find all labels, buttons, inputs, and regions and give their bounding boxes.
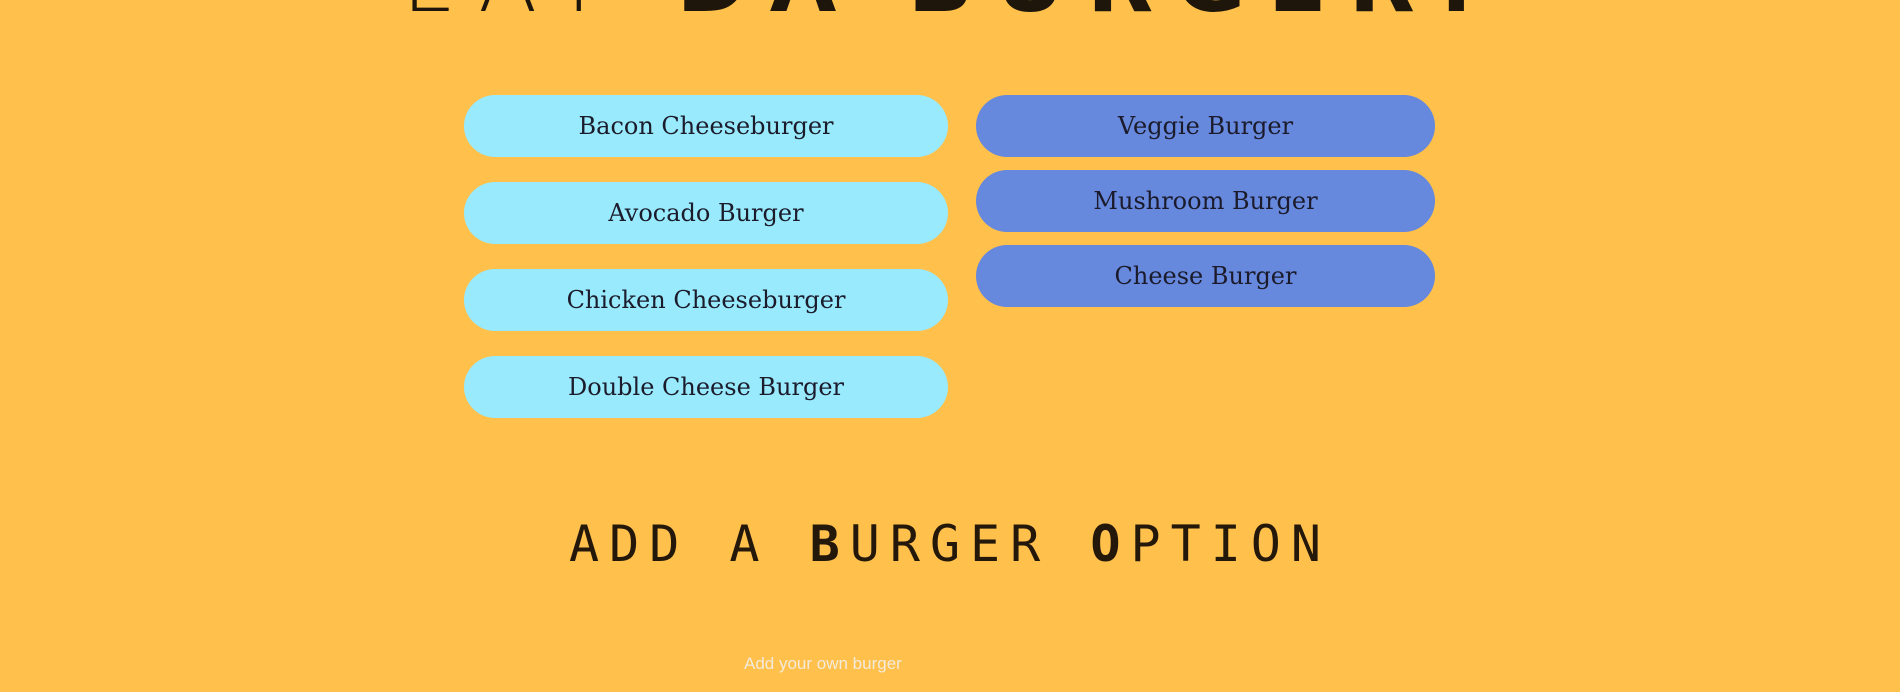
devoured-burger-item[interactable]: Cheese Burger xyxy=(976,245,1435,307)
devoured-burger-item[interactable]: Mushroom Burger xyxy=(976,170,1435,232)
devour-button[interactable]: Bacon Cheeseburger xyxy=(464,95,948,157)
devour-button[interactable]: Double Cheese Burger xyxy=(464,356,948,418)
devour-button[interactable]: Avocado Burger xyxy=(464,182,948,244)
devoured-burger-item[interactable]: Veggie Burger xyxy=(976,95,1435,157)
heading-letter-o: O xyxy=(1090,515,1131,573)
heading-word-add: ADD xyxy=(569,515,690,573)
heading-word-option: OPTION xyxy=(1090,515,1331,573)
title-word-eat: EAT xyxy=(402,0,627,32)
heading-word-burger: BURGER xyxy=(810,515,1051,573)
title-word-da: DA xyxy=(676,0,858,32)
page: EAT DA BURGER! Bacon Cheeseburger Avocad… xyxy=(0,0,1900,692)
devoured-burger-list: Veggie Burger Mushroom Burger Cheese Bur… xyxy=(976,95,1435,307)
add-burger-input[interactable] xyxy=(738,647,1170,681)
devour-button[interactable]: Chicken Cheeseburger xyxy=(464,269,948,331)
uneaten-burger-list: Bacon Cheeseburger Avocado Burger Chicke… xyxy=(464,95,948,418)
title-word-burger: BURGER! xyxy=(908,0,1498,32)
heading-word-a: A xyxy=(729,515,770,573)
heading-rest-ption: PTION xyxy=(1130,515,1331,573)
heading-letter-b: B xyxy=(809,515,850,573)
heading-rest-urger: URGER xyxy=(849,515,1051,573)
page-title: EAT DA BURGER! xyxy=(0,0,1900,32)
add-burger-heading: ADD A BURGER OPTION xyxy=(0,515,1900,573)
